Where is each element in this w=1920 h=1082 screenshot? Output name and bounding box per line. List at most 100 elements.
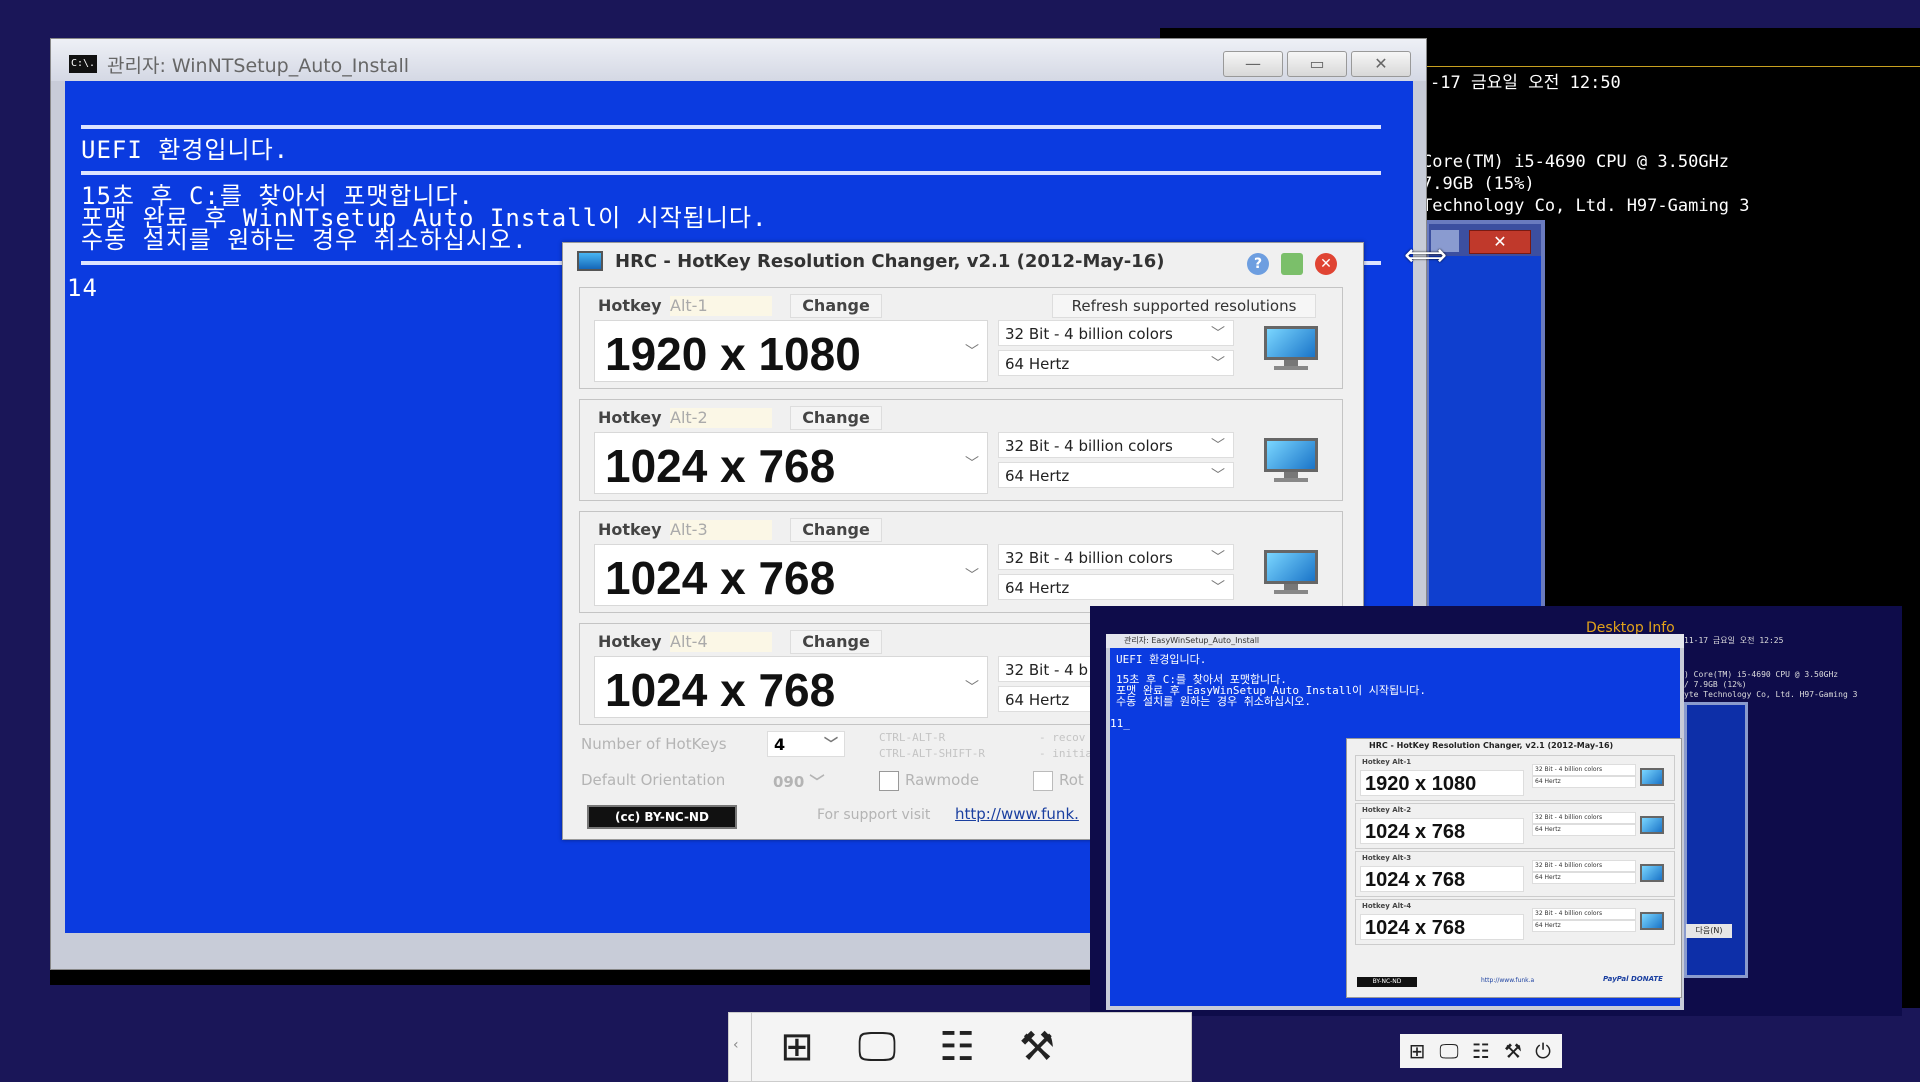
- license-label: BY-NC-ND: [644, 810, 709, 824]
- power-icon: ⏻: [1535, 1039, 1551, 1063]
- hotkey-key: Alt-2: [670, 408, 772, 428]
- hotkey-label: Hotkey: [598, 632, 662, 651]
- list-icon[interactable]: ☷: [925, 1021, 989, 1073]
- change-button[interactable]: Change: [790, 406, 882, 430]
- desktop-info-cpu: Core(TM) i5-4690 CPU @ 3.50GHz: [1422, 152, 1730, 172]
- hotkey-label: Hotkey: [598, 408, 662, 427]
- taskbar-collapse-icon[interactable]: ‹: [733, 1037, 739, 1053]
- preview-resolution: 1024 x 768: [1360, 818, 1524, 844]
- preview-info-board: yte Technology Co, Ltd. H97-Gaming 3: [1684, 690, 1858, 699]
- license-badge[interactable]: (cc) BY-NC-ND: [587, 805, 737, 829]
- refresh-rate-value: 64 Hertz: [1005, 579, 1070, 597]
- resolution-select[interactable]: 1920 x 1080 ﹀: [594, 320, 988, 382]
- rotate-checkbox[interactable]: [1033, 771, 1053, 791]
- recover-note: - recov: [1039, 731, 1086, 744]
- apply-monitor-icon[interactable]: [1264, 550, 1318, 596]
- chevron-down-icon: ﹀: [965, 456, 979, 472]
- monitor-icon: 🖵: [1439, 1039, 1459, 1063]
- support-link[interactable]: http://www.funk.: [955, 805, 1079, 823]
- default-orientation-select[interactable]: 090 ﹀: [773, 771, 825, 792]
- desktop-info-board: Technology Co, Ltd. H97-Gaming 3: [1422, 196, 1750, 216]
- preview-line-uefi: UEFI 환경입니다.: [1116, 653, 1207, 666]
- apply-monitor-icon[interactable]: [1264, 326, 1318, 372]
- console-close-button[interactable]: ✕: [1351, 51, 1411, 77]
- chevron-down-icon: ﹀: [809, 773, 825, 791]
- resolution-value: 1024 x 768: [605, 440, 836, 492]
- change-button[interactable]: Change: [790, 518, 882, 542]
- resolution-select[interactable]: 1024 x 768 ﹀: [594, 432, 988, 494]
- console-minimize-button[interactable]: —: [1223, 51, 1283, 77]
- preview-support-link: http://www.funk.a: [1481, 977, 1535, 984]
- support-label: For support visit: [817, 807, 931, 823]
- preview-resolution: 1024 x 768: [1360, 866, 1524, 892]
- color-depth-value: 32 Bit - 4 billion colors: [1005, 325, 1173, 343]
- resize-cursor-icon: ⟺: [1404, 238, 1448, 273]
- refresh-rate-value: 64 Hertz: [1005, 691, 1070, 709]
- preview-hotkey-label: Hotkey Alt-1: [1362, 758, 1412, 766]
- desktop-info-memory: 7.9GB (15%): [1422, 174, 1535, 194]
- hotkey-key: Alt-3: [670, 520, 772, 540]
- hotkey-group-1: Hotkey Alt-1 Change Refresh supported re…: [579, 287, 1343, 389]
- preview-taskbar: ⊞ 🖵 ☷ ⚒ ⏻: [1400, 1034, 1562, 1068]
- chevron-down-icon: ﹀: [1211, 326, 1225, 342]
- resolution-select[interactable]: 1024 x 768 ﹀: [594, 544, 988, 606]
- preview-console-window: 관리자: EasyWinSetup_Auto_Install UEFI 환경입니…: [1106, 634, 1684, 1010]
- color-depth-value: 32 Bit - 4 billion colors: [1005, 549, 1173, 567]
- preview-color-depth: 32 Bit - 4 billion colors: [1532, 860, 1636, 872]
- chevron-down-icon: ﹀: [1211, 468, 1225, 484]
- resolution-select[interactable]: 1024 x 768 ﹀: [594, 656, 988, 718]
- change-button[interactable]: Change: [790, 630, 882, 654]
- hrc-close-button[interactable]: ✕: [1315, 253, 1337, 275]
- preview-hrc-dialog: HRC - HotKey Resolution Changer, v2.1 (2…: [1346, 738, 1682, 998]
- preview-hotkey-row: Hotkey Alt-3 1024 x 768 32 Bit - 4 billi…: [1355, 851, 1675, 897]
- preview-info-datetime: 11-17 금요일 오전 12:25: [1684, 636, 1784, 645]
- hotkey-group-3: Hotkey Alt-3 Change 1024 x 768 ﹀ 32 Bit …: [579, 511, 1343, 613]
- hotkey-key: Alt-4: [670, 632, 772, 652]
- default-orientation-value: 090: [773, 773, 805, 791]
- preview-monitor-icon: [1640, 768, 1664, 786]
- monitor-icon[interactable]: 🖵: [845, 1021, 909, 1073]
- color-depth-select[interactable]: 32 Bit - 4 billion colors ﹀: [998, 320, 1234, 346]
- chevron-down-icon: ﹀: [1211, 550, 1225, 566]
- num-hotkeys-select[interactable]: 4 ﹀: [767, 731, 845, 757]
- preview-line-cancel: 수동 설치를 원하는 경우 취소하십시오.: [1116, 695, 1312, 708]
- apply-monitor-icon[interactable]: [1264, 438, 1318, 484]
- refresh-resolutions-button[interactable]: Refresh supported resolutions: [1052, 294, 1316, 318]
- console-maximize-button[interactable]: ▭: [1287, 51, 1347, 77]
- background-window[interactable]: ✕: [1425, 220, 1545, 628]
- chevron-down-icon: ﹀: [1211, 356, 1225, 372]
- windows-logo-icon[interactable]: ⊞: [765, 1021, 829, 1073]
- refresh-rate-value: 64 Hertz: [1005, 355, 1070, 373]
- preview-countdown: 11_: [1110, 717, 1130, 730]
- color-depth-select[interactable]: 32 Bit - 4 billion colors ﹀: [998, 432, 1234, 458]
- hotkey-label: Hotkey: [598, 520, 662, 539]
- windows-logo-icon: ⊞: [1408, 1039, 1426, 1063]
- preview-hotkey-label: Hotkey Alt-3: [1362, 854, 1412, 862]
- console-separator: [81, 125, 1381, 129]
- change-button[interactable]: Change: [790, 294, 882, 318]
- num-hotkeys-value: 4: [774, 735, 786, 754]
- background-window-close-button[interactable]: ✕: [1469, 230, 1531, 254]
- tray-icon[interactable]: [1281, 253, 1303, 275]
- preview-info-memory: / 7.9GB (12%): [1684, 680, 1747, 689]
- console-titlebar[interactable]: C:\. 관리자: WinNTSetup_Auto_Install — ▭ ✕: [51, 39, 1426, 81]
- refresh-rate-select[interactable]: 64 Hertz ﹀: [998, 574, 1234, 600]
- preview-paypal-logo: PayPal DONATE: [1603, 975, 1663, 983]
- console-separator: [81, 171, 1381, 175]
- refresh-rate-select[interactable]: 64 Hertz ﹀: [998, 462, 1234, 488]
- color-depth-select[interactable]: 32 Bit - 4 billion colors ﹀: [998, 544, 1234, 570]
- preview-refresh-rate: 64 Hertz: [1532, 824, 1636, 836]
- hammer-icon[interactable]: ⚒: [1005, 1021, 1069, 1073]
- color-depth-value: 32 Bit - 4 billion colors: [1005, 437, 1173, 455]
- rawmode-checkbox[interactable]: [879, 771, 899, 791]
- chevron-down-icon: ﹀: [965, 568, 979, 584]
- resolution-value: 1024 x 768: [605, 552, 836, 604]
- list-icon: ☷: [1472, 1039, 1490, 1063]
- preview-color-depth: 32 Bit - 4 billion colors: [1532, 812, 1636, 824]
- preview-console-title: 관리자: EasyWinSetup_Auto_Install: [1106, 634, 1684, 648]
- refresh-rate-select[interactable]: 64 Hertz ﹀: [998, 350, 1234, 376]
- help-icon[interactable]: ?: [1247, 253, 1269, 275]
- preview-hotkey-label: Hotkey Alt-2: [1362, 806, 1412, 814]
- preview-resolution: 1920 x 1080: [1360, 770, 1524, 796]
- console-line-cancel: 수동 설치를 원하는 경우 취소하십시오.: [81, 226, 528, 254]
